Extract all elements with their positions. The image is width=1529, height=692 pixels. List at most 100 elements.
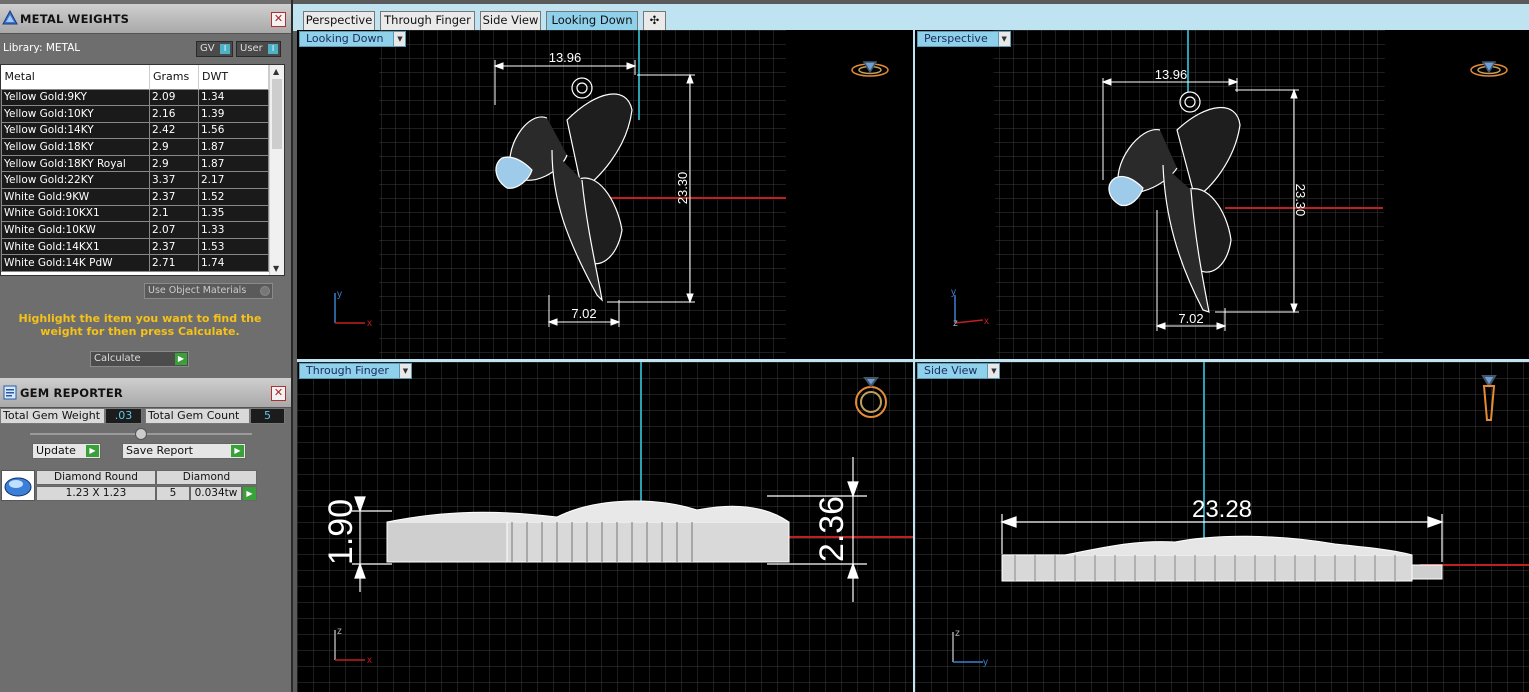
axis-y-label: y [983,657,988,668]
orientation-icon [1470,61,1508,77]
user-toggle-label: User [240,43,263,54]
cell-grams: 2.9 [149,154,199,173]
metal-weights-title: METAL WEIGHTS [20,12,130,26]
play-arrow-icon: ▶ [86,445,99,457]
table-row[interactable]: Yellow Gold:22KY 3.37 2.17 [1,171,269,190]
use-object-materials-checkbox[interactable]: Use Object Materials [144,283,273,299]
axis-x-label: x [367,318,372,329]
viewport-label-text: Perspective [924,32,988,45]
gem-slider-handle[interactable] [135,428,147,440]
viewport-looking-down[interactable]: 13.96 23.30 7.02 y x Looking Down ▼ [297,30,913,359]
table-row[interactable]: White Gold:10KX1 2.1 1.35 [1,204,269,223]
scrollbar-thumb[interactable] [272,79,282,149]
close-metal-weights-button[interactable]: ✕ [271,12,286,27]
gem-shape-cell: Diamond Round [36,470,156,485]
cell-metal: White Gold:10KW [1,221,150,239]
total-gem-weight-label: Total Gem Weight [0,408,105,424]
axis-y-label: y [951,287,956,298]
tab-perspective[interactable]: Perspective [303,11,375,30]
viewport-label-perspective[interactable]: Perspective ▼ [917,31,1011,47]
calculate-hint: Highlight the item you want to find the … [18,312,262,338]
viewport-label-side-view[interactable]: Side View ▼ [917,363,1001,379]
dim-width-label: 13.96 [549,50,582,65]
scroll-up-icon[interactable]: ▲ [273,67,279,76]
save-report-label: Save Report [126,444,193,457]
axis-z-label: z [955,628,960,639]
use-object-materials-label: Use Object Materials [148,285,247,296]
cell-dwt: 1.56 [198,121,269,140]
table-row[interactable]: Yellow Gold:18KY 2.9 1.87 [1,138,269,156]
cell-dwt: 1.74 [198,254,269,273]
dim-right-label: 2.36 [813,496,851,562]
cell-dwt: 1.87 [198,154,269,173]
cell-dwt: 1.35 [198,204,269,223]
dim-base-label: 7.02 [1178,311,1203,326]
metal-weights-header: METAL WEIGHTS [0,4,291,34]
cell-grams: 2.37 [149,237,199,256]
cell-metal: Yellow Gold:22KY [1,171,150,190]
update-button[interactable]: Update ▶ [32,443,101,459]
metal-weights-icon [2,10,18,25]
add-tab-icon[interactable]: ✣ [643,11,666,30]
viewport-perspective[interactable]: 13.96 23.30 7.02 y z x Perspective ▼ [915,30,1529,359]
column-header-grams[interactable]: Grams [149,65,199,89]
viewport-side-view[interactable]: 23.28 z y Side View ▼ [915,362,1529,692]
cell-grams: 2.37 [149,188,199,206]
cell-metal: Yellow Gold:10KY [1,105,150,123]
side-view-scene: 23.28 z y [915,362,1529,692]
cell-metal: White Gold:14KX1 [1,237,150,256]
viewport-label-through-finger[interactable]: Through Finger ▼ [299,363,412,379]
save-report-button[interactable]: Save Report ▶ [122,443,246,459]
table-row[interactable]: Yellow Gold:10KY 2.16 1.39 [1,105,269,123]
chevron-down-icon[interactable]: ▼ [398,364,411,378]
gv-toggle-label: GV [200,43,215,54]
tab-side-view[interactable]: Side View [480,11,541,30]
calculate-button[interactable]: Calculate ▶ [90,351,189,367]
looking-down-scene: 13.96 23.30 7.02 y x [334,30,889,359]
chevron-down-icon[interactable]: ▼ [987,364,1000,378]
cell-metal: White Gold:9KW [1,188,150,206]
cell-grams: 2.09 [149,88,199,107]
cell-dwt: 1.52 [198,188,269,206]
cell-grams: 2.42 [149,121,199,140]
metal-table-scrollbar[interactable]: ▲ ▼ [269,65,284,275]
perspective-scene: 13.96 23.30 7.02 y z x [951,30,1508,359]
scroll-down-icon[interactable]: ▼ [273,264,279,273]
gem-details-button[interactable]: ▶ [242,486,257,501]
table-row[interactable]: White Gold:14KX1 2.37 1.53 [1,237,269,256]
panel-splitter[interactable] [291,0,293,692]
dim-base-label: 7.02 [571,306,596,321]
close-gem-reporter-button[interactable]: ✕ [271,386,286,401]
tab-through-finger[interactable]: Through Finger [380,11,475,30]
gem-reporter-icon [3,385,17,400]
cell-dwt: 2.17 [198,171,269,190]
table-row[interactable]: Yellow Gold:18KY Royal 2.9 1.87 [1,154,269,173]
gv-toggle-indicator-icon: I [220,44,230,54]
axis-y-label: y [337,289,342,300]
cell-metal: White Gold:10KX1 [1,204,150,223]
play-arrow-icon: ▶ [175,353,187,365]
viewport-label-looking-down[interactable]: Looking Down ▼ [299,31,407,47]
chevron-down-icon[interactable]: ▼ [997,32,1010,46]
cell-dwt: 1.34 [198,88,269,107]
table-row[interactable]: White Gold:10KW 2.07 1.33 [1,221,269,239]
table-row[interactable]: Yellow Gold:9KY 2.09 1.34 [1,88,269,107]
viewport-through-finger[interactable]: 1.90 2.36 z x Through Finger ▼ [297,362,913,692]
orientation-icon [851,61,889,77]
table-row[interactable]: White Gold:9KW 2.37 1.52 [1,188,269,206]
table-row[interactable]: White Gold:14K PdW 2.71 1.74 [1,254,269,273]
gem-type-cell: Diamond [156,470,257,485]
column-header-dwt[interactable]: DWT [198,65,269,89]
gv-toggle[interactable]: GV I [196,41,233,57]
tab-looking-down[interactable]: Looking Down [546,11,638,30]
update-label: Update [36,444,76,457]
user-toggle-indicator-icon: I [268,44,278,54]
diamond-round-icon[interactable] [1,470,35,501]
chevron-down-icon[interactable]: ▼ [393,32,406,46]
left-panel: METAL WEIGHTS ✕ Library: METAL GV I User… [0,0,291,692]
table-row[interactable]: Yellow Gold:14KY 2.42 1.56 [1,121,269,140]
user-toggle[interactable]: User I [236,41,281,57]
cell-grams: 2.07 [149,221,199,239]
total-gem-weight-value: .03 [105,408,142,424]
column-header-metal[interactable]: Metal [1,65,150,89]
